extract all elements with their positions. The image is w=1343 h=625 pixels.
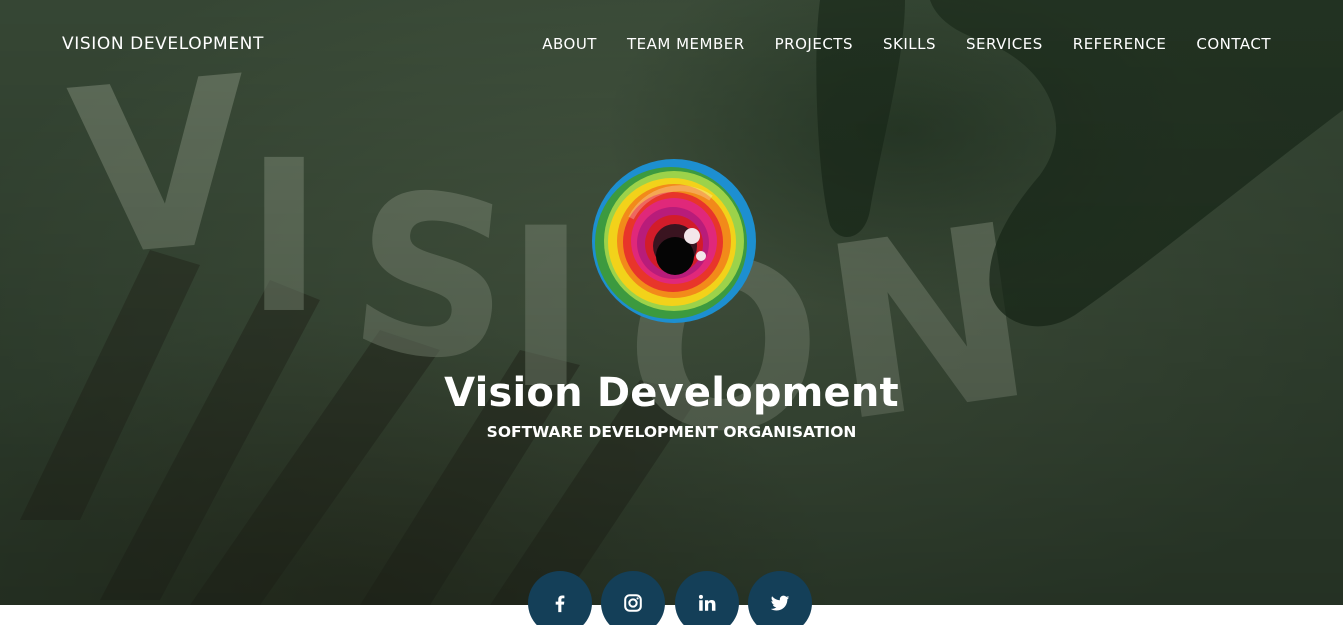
nav-contact[interactable]: CONTACT <box>1196 35 1271 53</box>
facebook-icon <box>555 595 565 613</box>
rainbow-eye-logo-icon <box>592 159 756 323</box>
hero-title: Vision Development <box>444 370 899 416</box>
main-nav: ABOUT TEAM MEMBER PROJECTS SKILLS SERVIC… <box>542 35 1271 53</box>
nav-about[interactable]: ABOUT <box>542 35 597 53</box>
linkedin-icon <box>698 594 716 611</box>
twitter-icon <box>770 595 790 611</box>
nav-reference[interactable]: REFERENCE <box>1073 35 1167 53</box>
nav-team-member[interactable]: TEAM MEMBER <box>627 35 745 53</box>
hero-section: V I S I O N VISION DEVELOPMENT ABOUT TEA… <box>0 0 1343 605</box>
navbar-brand[interactable]: VISION DEVELOPMENT <box>62 34 264 54</box>
instagram-icon <box>624 594 642 612</box>
hero-subtitle: SOFTWARE DEVELOPMENT ORGANISATION <box>486 423 857 441</box>
nav-projects[interactable]: PROJECTS <box>775 35 853 53</box>
nav-skills[interactable]: SKILLS <box>883 35 936 53</box>
nav-services[interactable]: SERVICES <box>966 35 1043 53</box>
